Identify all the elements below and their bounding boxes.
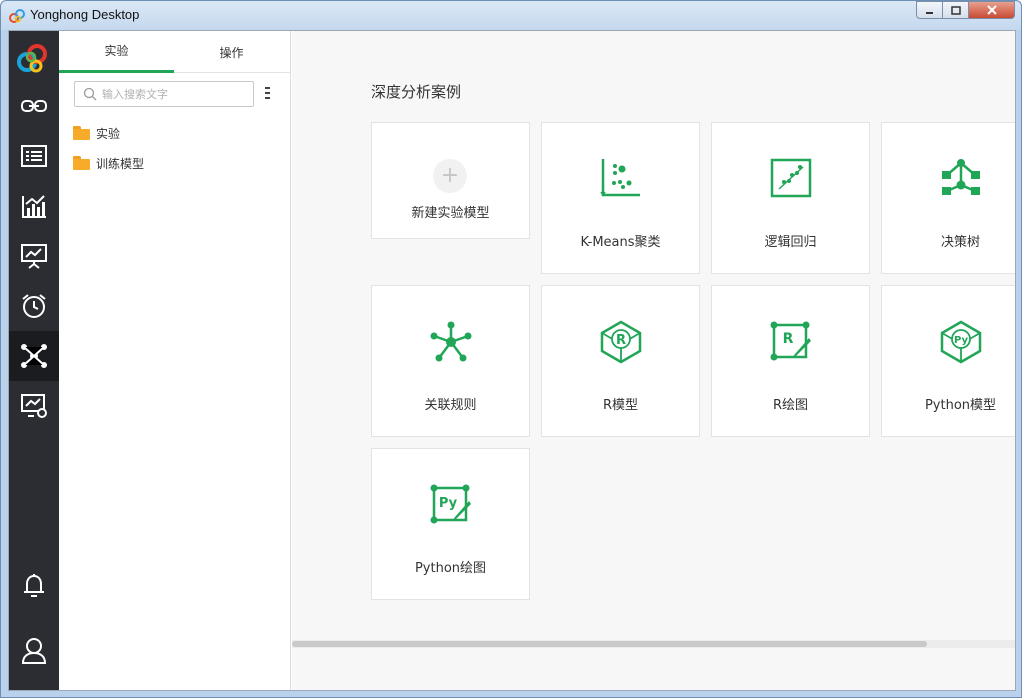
nav-presentation[interactable] bbox=[9, 231, 59, 281]
nav-notifications[interactable] bbox=[9, 561, 59, 611]
client-area: 实验 操作 实验 训练模型 深度分析案例 bbox=[8, 30, 1016, 691]
card-label: Python绘图 bbox=[414, 561, 487, 576]
svg-text:Py: Py bbox=[438, 496, 457, 511]
logo-button[interactable] bbox=[9, 31, 59, 81]
nav-user[interactable] bbox=[9, 626, 59, 676]
app-window: Yonghong Desktop 实验 操作 输入搜索文字 实验 训练模型 深度… bbox=[0, 0, 1022, 698]
folder-icon bbox=[73, 156, 91, 170]
horizontal-scrollbar[interactable] bbox=[292, 640, 1015, 648]
card-association-rules[interactable]: 关联规则 bbox=[371, 285, 530, 437]
close-icon bbox=[986, 5, 997, 15]
card-label: 逻辑回归 bbox=[764, 235, 817, 250]
association-icon bbox=[430, 321, 471, 362]
search-icon bbox=[83, 87, 97, 101]
card-label: 关联规则 bbox=[424, 398, 477, 413]
app-logo-icon bbox=[9, 9, 25, 23]
card-label: K-Means聚类 bbox=[580, 235, 661, 250]
logo-icon bbox=[17, 44, 47, 73]
tab-experiment[interactable]: 实验 bbox=[59, 31, 174, 73]
user-icon bbox=[21, 638, 47, 664]
section-title: 深度分析案例 bbox=[371, 83, 462, 101]
card-label: 新建实验模型 bbox=[411, 206, 490, 221]
regression-icon bbox=[770, 158, 811, 198]
list-icon bbox=[21, 145, 47, 167]
card-new-experiment[interactable]: + 新建实验模型 bbox=[371, 122, 530, 239]
nav-list[interactable] bbox=[9, 131, 59, 181]
tree-icon bbox=[941, 159, 980, 195]
card-r-plot[interactable]: R R绘图 bbox=[711, 285, 870, 437]
tree-item-experiment[interactable]: 实验 bbox=[73, 123, 120, 143]
card-python-model[interactable]: Py Python模型 bbox=[881, 285, 1015, 437]
minimize-icon bbox=[926, 11, 933, 14]
svg-text:Py: Py bbox=[953, 335, 968, 346]
plus-icon: + bbox=[433, 159, 467, 193]
bell-icon bbox=[24, 574, 44, 597]
r-plot-icon: R bbox=[770, 321, 811, 361]
scrollbar-thumb[interactable] bbox=[292, 641, 927, 647]
left-navigation-bar bbox=[9, 31, 59, 690]
card-label: R绘图 bbox=[772, 398, 809, 413]
network-icon bbox=[21, 344, 47, 368]
card-label: Python模型 bbox=[924, 398, 997, 413]
card-label: R模型 bbox=[602, 398, 639, 413]
nav-link[interactable] bbox=[9, 81, 59, 131]
svg-text:R: R bbox=[615, 333, 625, 348]
python-model-icon: Py bbox=[940, 320, 981, 364]
nav-schedule[interactable] bbox=[9, 281, 59, 331]
chart-icon bbox=[22, 195, 46, 218]
link-icon bbox=[21, 100, 47, 112]
r-model-icon: R bbox=[600, 320, 641, 364]
title-bar[interactable]: Yonghong Desktop bbox=[1, 1, 1021, 30]
presentation-icon bbox=[21, 244, 47, 269]
folder-icon bbox=[73, 126, 91, 140]
window-controls bbox=[916, 1, 1015, 19]
monitor-settings-icon bbox=[21, 394, 47, 418]
nav-analysis[interactable] bbox=[9, 331, 59, 381]
card-logistic-regression[interactable]: 逻辑回归 bbox=[711, 122, 870, 274]
alarm-clock-icon bbox=[22, 294, 46, 318]
card-label: 决策树 bbox=[940, 235, 980, 250]
tab-operation[interactable]: 操作 bbox=[174, 31, 289, 73]
card-kmeans[interactable]: K-Means聚类 bbox=[541, 122, 700, 274]
close-button[interactable] bbox=[969, 1, 1015, 19]
svg-text:R: R bbox=[782, 331, 793, 347]
nav-monitor-settings[interactable] bbox=[9, 381, 59, 431]
experiment-panel: 实验 操作 实验 训练模型 bbox=[59, 31, 291, 690]
panel-tabs: 实验 操作 bbox=[59, 31, 290, 73]
python-plot-icon: Py bbox=[430, 484, 471, 524]
card-decision-tree[interactable]: 决策树 bbox=[881, 122, 1015, 274]
restore-icon bbox=[950, 5, 961, 15]
window-title: Yonghong Desktop bbox=[30, 7, 140, 22]
search-input[interactable] bbox=[102, 85, 247, 103]
main-content: 深度分析案例 + 新建实验模型 K-Means聚类 逻辑回归 决策树 关联规则 … bbox=[292, 31, 1015, 690]
tree-item-trained-models[interactable]: 训练模型 bbox=[73, 153, 144, 173]
search-box bbox=[74, 81, 254, 107]
minimize-button[interactable] bbox=[916, 1, 943, 19]
maximize-button[interactable] bbox=[943, 1, 969, 19]
nav-chart[interactable] bbox=[9, 181, 59, 231]
tree-item-label: 训练模型 bbox=[96, 156, 145, 171]
tree-item-label: 实验 bbox=[96, 126, 121, 141]
scatter-icon bbox=[599, 159, 640, 197]
card-python-plot[interactable]: Py Python绘图 bbox=[371, 448, 530, 600]
panel-menu-button[interactable] bbox=[264, 87, 272, 101]
card-r-model[interactable]: R R模型 bbox=[541, 285, 700, 437]
